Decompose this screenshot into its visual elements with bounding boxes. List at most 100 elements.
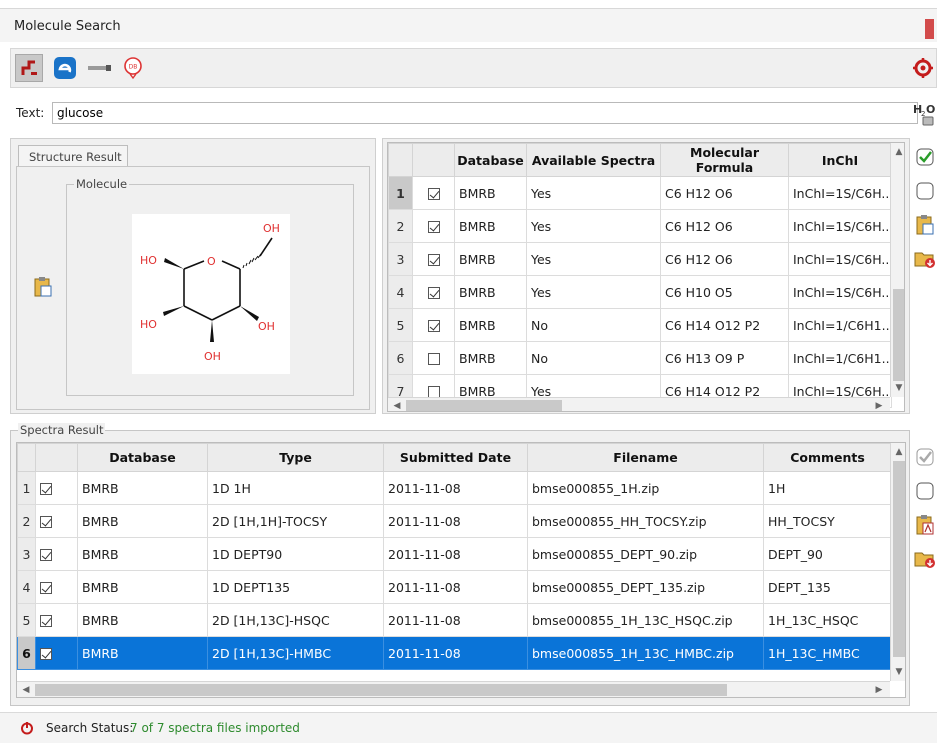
results-row[interactable]: 2 BMRB Yes C6 H12 O6 InChI=1S/C6H.. [388, 209, 892, 243]
spectra-row[interactable]: 2 BMRB 2D [1H,1H]-TOCSY 2011-11-08 bmse00085… [17, 504, 892, 538]
select-all-spectra-button[interactable] [914, 446, 936, 468]
cell-database: BMRB [77, 471, 208, 505]
results-hscroll-thumb[interactable] [406, 400, 562, 411]
results-header-available-spectra[interactable]: Available Spectra [526, 143, 661, 177]
spectra-horizontal-scrollbar[interactable]: ◀ ▶ [17, 681, 890, 697]
copy-results-button[interactable] [914, 214, 936, 236]
row-checkbox[interactable] [427, 188, 440, 200]
spectra-vscroll-thumb[interactable] [893, 461, 905, 657]
select-all-results-button[interactable] [914, 146, 936, 168]
cell-database: BMRB [454, 242, 527, 276]
atom-ho-left: HO [140, 254, 157, 267]
spectra-header-database[interactable]: Database [77, 443, 208, 472]
results-header-database[interactable]: Database [454, 143, 527, 177]
row-checkbox[interactable] [40, 582, 52, 594]
row-checkbox-cell[interactable] [35, 504, 78, 538]
deselect-all-results-button[interactable] [914, 180, 936, 202]
cell-filename: bmse000855_1H_13C_HMBC.zip [527, 636, 764, 670]
results-header-molecular-formula[interactable]: Molecular Formula [660, 143, 789, 177]
atom-oh-right: OH [258, 320, 275, 333]
nmrshift-source-button[interactable] [85, 54, 113, 82]
row-checkbox-cell[interactable] [412, 176, 455, 210]
row-checkbox[interactable] [427, 287, 440, 299]
row-checkbox[interactable] [40, 615, 52, 627]
status-value: 7 of 7 spectra files imported [130, 721, 300, 735]
cell-database: BMRB [77, 537, 208, 571]
row-checkbox-cell[interactable] [412, 308, 455, 342]
cell-submitted-date: 2011-11-08 [383, 570, 528, 604]
row-checkbox-cell[interactable] [412, 275, 455, 309]
spectra-scroll-right-arrow-icon[interactable]: ▶ [872, 683, 886, 697]
cell-type: 1D DEPT90 [207, 537, 384, 571]
results-row[interactable]: 6 BMRB No C6 H13 O9 P InChI=1/C6H1.. [388, 341, 892, 375]
results-row[interactable]: 4 BMRB Yes C6 H10 O5 InChI=1S/C6H.. [388, 275, 892, 309]
row-checkbox-cell[interactable] [35, 537, 78, 571]
spectra-header-submitted-date[interactable]: Submitted Date [383, 443, 528, 472]
cell-type: 2D [1H,1H]-TOCSY [207, 504, 384, 538]
row-checkbox-cell[interactable] [412, 341, 455, 375]
h2o-icon: H 2 O [913, 103, 935, 126]
results-vertical-scrollbar[interactable]: ▲ ▼ [890, 143, 904, 397]
results-row[interactable]: 3 BMRB Yes C6 H12 O6 InChI=1S/C6H.. [388, 242, 892, 276]
import-results-button[interactable] [914, 248, 936, 270]
row-checkbox[interactable] [40, 483, 52, 495]
database-search-button[interactable]: DB [119, 54, 147, 82]
spectra-vertical-scrollbar[interactable]: ▲ ▼ [890, 443, 905, 681]
scroll-left-arrow-icon[interactable]: ◀ [390, 399, 404, 411]
spectra-header-type[interactable]: Type [207, 443, 384, 472]
row-checkbox-cell[interactable] [412, 242, 455, 276]
results-header-inchi[interactable]: InChI [788, 143, 892, 177]
row-checkbox[interactable] [427, 353, 440, 365]
spectra-scroll-down-arrow-icon[interactable]: ▼ [891, 665, 905, 679]
results-horizontal-scrollbar[interactable]: ◀ ▶ [388, 397, 890, 411]
spectra-scroll-up-arrow-icon[interactable]: ▲ [891, 445, 905, 459]
paste-structure-button[interactable] [32, 276, 54, 298]
spectra-header-comments[interactable]: Comments [763, 443, 892, 472]
spectra-row[interactable]: 6 BMRB 2D [1H,13C]-HMBC 2011-11-08 bmse00085… [17, 636, 892, 670]
row-checkbox-cell[interactable] [35, 603, 78, 637]
row-checkbox[interactable] [427, 320, 440, 332]
chemspider-source-button[interactable] [51, 54, 79, 82]
settings-button[interactable] [909, 54, 937, 82]
row-number: 5 [17, 603, 36, 637]
deselect-all-spectra-button[interactable] [914, 480, 936, 502]
folder-import-icon [914, 552, 935, 568]
spectra-row[interactable]: 1 BMRB 1D 1H 2011-11-08 bmse000855_1H.zip 1H [17, 471, 892, 505]
spectra-row[interactable]: 5 BMRB 2D [1H,13C]-HSQC 2011-11-08 bmse00085… [17, 603, 892, 637]
search-input[interactable] [52, 102, 918, 124]
spectra-row[interactable]: 4 BMRB 1D DEPT135 2011-11-08 bmse000855_DEPT… [17, 570, 892, 604]
scroll-right-arrow-icon[interactable]: ▶ [872, 399, 886, 411]
row-checkbox-cell[interactable] [412, 209, 455, 243]
results-vscroll-thumb[interactable] [893, 289, 904, 381]
cell-comments: 1H_13C_HMBC [763, 636, 892, 670]
spectra-hscroll-thumb[interactable] [35, 684, 727, 696]
pubchem-source-button[interactable] [15, 54, 43, 82]
spectra-scroll-left-arrow-icon[interactable]: ◀ [19, 683, 33, 697]
cell-available-spectra: No [526, 308, 661, 342]
spectra-header-filename[interactable]: Filename [527, 443, 764, 472]
row-checkbox-cell[interactable] [35, 636, 78, 670]
import-spectra-button[interactable] [914, 548, 936, 570]
scroll-up-arrow-icon[interactable]: ▲ [891, 145, 904, 159]
tab-structure-result[interactable]: Structure Result [18, 145, 128, 167]
scroll-down-arrow-icon[interactable]: ▼ [891, 381, 904, 395]
row-checkbox-cell[interactable] [35, 570, 78, 604]
results-row[interactable]: 1 BMRB Yes C6 H12 O6 InChI=1S/C6H.. [388, 176, 892, 210]
cell-type: 1D DEPT135 [207, 570, 384, 604]
spectra-row[interactable]: 3 BMRB 1D DEPT90 2011-11-08 bmse000855_DEPT_… [17, 537, 892, 571]
cell-filename: bmse000855_1H_13C_HSQC.zip [527, 603, 764, 637]
row-checkbox[interactable] [40, 549, 52, 561]
results-row[interactable]: 5 BMRB No C6 H14 O12 P2 InChI=1/C6H1.. [388, 308, 892, 342]
cell-inchi: InChI=1S/C6H.. [788, 242, 892, 276]
clipboard-icon [34, 277, 52, 297]
row-checkbox[interactable] [427, 221, 440, 233]
h2o-formula-button[interactable]: H 2 O [911, 101, 937, 127]
row-number: 4 [388, 275, 413, 309]
row-checkbox[interactable] [427, 254, 440, 266]
row-checkbox-cell[interactable] [35, 471, 78, 505]
window-close-marker[interactable] [925, 19, 934, 39]
export-pdf-button[interactable] [914, 514, 936, 536]
spectra-header-rownum [17, 443, 36, 472]
row-checkbox[interactable] [40, 648, 52, 660]
row-checkbox[interactable] [40, 516, 52, 528]
